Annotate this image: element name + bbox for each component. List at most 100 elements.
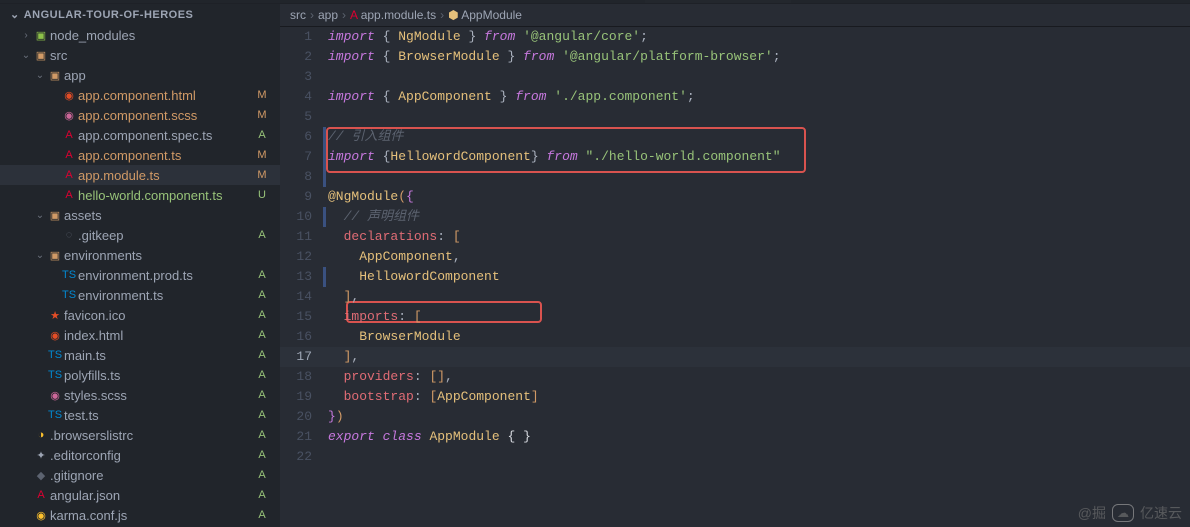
file-tree-item[interactable]: ✦.editorconfigA: [0, 445, 280, 465]
file-tree-item[interactable]: ⌄▣app: [0, 65, 280, 85]
file-label: index.html: [64, 328, 252, 343]
file-tree-item[interactable]: Aangular.jsonA: [0, 485, 280, 505]
code-line[interactable]: 13 HellowordComponent: [280, 267, 1190, 287]
file-icon: ◑: [32, 429, 50, 441]
line-number: 9: [280, 187, 328, 207]
code-line[interactable]: 2import { BrowserModule } from '@angular…: [280, 47, 1190, 67]
file-tree-item[interactable]: TSenvironment.tsA: [0, 285, 280, 305]
file-icon: A: [32, 489, 50, 501]
code-content: AppComponent,: [328, 247, 1190, 267]
code-content: imports: [: [328, 307, 1190, 327]
tab-app-component-ts[interactable]: ◉ app.component.ts: [280, 0, 434, 3]
tab-app-module-ts[interactable]: ◉ app.module.ts ×: [645, 0, 791, 3]
file-label: environment.prod.ts: [78, 268, 252, 283]
chevron-icon: ⌄: [34, 210, 46, 221]
file-tree-item[interactable]: TStest.tsA: [0, 405, 280, 425]
breadcrumb-item[interactable]: A app.module.ts: [350, 8, 436, 22]
code-line[interactable]: 8: [280, 167, 1190, 187]
git-status: U: [252, 189, 272, 201]
file-label: .browserslistrc: [50, 428, 252, 443]
code-line[interactable]: 3: [280, 67, 1190, 87]
file-explorer[interactable]: ⌄ ANGULAR-TOUR-OF-HEROES ›▣node_modules⌄…: [0, 4, 280, 527]
line-number: 19: [280, 387, 328, 407]
file-icon: ◉: [60, 109, 78, 122]
code-content: providers: [],: [328, 367, 1190, 387]
file-icon: ◉: [60, 89, 78, 102]
file-icon: ◆: [32, 469, 50, 482]
file-tree-item[interactable]: ◑.browserslistrcA: [0, 425, 280, 445]
code-line[interactable]: 19 bootstrap: [AppComponent]: [280, 387, 1190, 407]
breadcrumb[interactable]: src›app›A app.module.ts›⬢ AppModule: [280, 4, 1190, 27]
file-tree-item[interactable]: ◉karma.conf.jsA: [0, 505, 280, 525]
file-icon: ▣: [32, 29, 50, 42]
chevron-icon: ⌄: [34, 70, 46, 81]
file-tree-item[interactable]: Aapp.module.tsM: [0, 165, 280, 185]
file-label: app.component.ts: [78, 148, 252, 163]
git-status: M: [252, 149, 272, 161]
breadcrumb-item[interactable]: ⬢ AppModule: [448, 8, 522, 22]
file-icon: TS: [46, 369, 64, 381]
file-tree-item[interactable]: ◆.gitignoreA: [0, 465, 280, 485]
breadcrumb-item[interactable]: app: [318, 8, 338, 22]
file-tree-item[interactable]: Ahello-world.component.tsU: [0, 185, 280, 205]
code-content: [328, 447, 1190, 467]
file-tree-item[interactable]: ⌄▣environments: [0, 245, 280, 265]
file-icon: ★: [46, 309, 64, 322]
code-line[interactable]: 9@NgModule({: [280, 187, 1190, 207]
code-line[interactable]: 12 AppComponent,: [280, 247, 1190, 267]
code-line[interactable]: 16 BrowserModule: [280, 327, 1190, 347]
line-number: 22: [280, 447, 328, 467]
code-content: [328, 67, 1190, 87]
code-line[interactable]: 6// 引入组件: [280, 127, 1190, 147]
file-tree-item[interactable]: ◉app.component.htmlM: [0, 85, 280, 105]
code-line[interactable]: 1import { NgModule } from '@angular/core…: [280, 27, 1190, 47]
git-status: M: [252, 109, 272, 121]
file-icon: ◉: [46, 389, 64, 402]
code-line[interactable]: 15 imports: [: [280, 307, 1190, 327]
code-area[interactable]: 1import { NgModule } from '@angular/core…: [280, 27, 1190, 527]
editor-tabs: ◉ app.component.ts◉ hello-world.componen…: [0, 0, 1190, 4]
file-tree-item[interactable]: ⌄▣assets: [0, 205, 280, 225]
code-line[interactable]: 14 ],: [280, 287, 1190, 307]
code-line[interactable]: 7import {HellowordComponent} from "./hel…: [280, 147, 1190, 167]
file-tree-item[interactable]: ★favicon.icoA: [0, 305, 280, 325]
line-number: 5: [280, 107, 328, 127]
file-label: node_modules: [50, 28, 252, 43]
tab-app-component-html[interactable]: ◉ app.component.html: [791, 0, 959, 3]
tab-hello-world-component-ts[interactable]: ◉ hello-world.component.ts: [434, 0, 645, 3]
line-number: 18: [280, 367, 328, 387]
code-content: bootstrap: [AppComponent]: [328, 387, 1190, 407]
code-line[interactable]: 11 declarations: [: [280, 227, 1190, 247]
file-tree-item[interactable]: ◉index.htmlA: [0, 325, 280, 345]
file-tree-item[interactable]: TSmain.tsA: [0, 345, 280, 365]
file-tree-item[interactable]: ◌.gitkeepA: [0, 225, 280, 245]
project-root[interactable]: ⌄ ANGULAR-TOUR-OF-HEROES: [0, 4, 280, 25]
code-line[interactable]: 21export class AppModule { }: [280, 427, 1190, 447]
file-tree-item[interactable]: TSenvironment.prod.tsA: [0, 265, 280, 285]
tab-app-component-scss[interactable]: ◉ app.component.scss: [959, 0, 1127, 3]
file-tree-item[interactable]: ◉app.component.scssM: [0, 105, 280, 125]
file-tree-item[interactable]: Aapp.component.spec.tsA: [0, 125, 280, 145]
file-tree-item[interactable]: Aapp.component.tsM: [0, 145, 280, 165]
code-content: import { BrowserModule } from '@angular/…: [328, 47, 1190, 67]
code-line[interactable]: 17 ],: [280, 347, 1190, 367]
code-line[interactable]: 5: [280, 107, 1190, 127]
breadcrumb-item[interactable]: src: [290, 8, 306, 22]
cloud-icon: ☁: [1112, 504, 1134, 522]
code-line[interactable]: 18 providers: [],: [280, 367, 1190, 387]
code-line[interactable]: 4import { AppComponent } from './app.com…: [280, 87, 1190, 107]
main-area: ⌄ ANGULAR-TOUR-OF-HEROES ›▣node_modules⌄…: [0, 4, 1190, 527]
code-line[interactable]: 22: [280, 447, 1190, 467]
file-tree-item[interactable]: TSpolyfills.tsA: [0, 365, 280, 385]
breadcrumb-separator-icon: ›: [440, 8, 444, 22]
file-label: app.component.scss: [78, 108, 252, 123]
line-number: 16: [280, 327, 328, 347]
line-number: 6: [280, 127, 328, 147]
code-content: [328, 167, 1190, 187]
file-tree-item[interactable]: ⌄▣src: [0, 45, 280, 65]
file-tree-item[interactable]: ›▣node_modules: [0, 25, 280, 45]
file-icon: A: [60, 169, 78, 181]
file-tree-item[interactable]: ◉styles.scssA: [0, 385, 280, 405]
code-line[interactable]: 20}): [280, 407, 1190, 427]
code-line[interactable]: 10 // 声明组件: [280, 207, 1190, 227]
